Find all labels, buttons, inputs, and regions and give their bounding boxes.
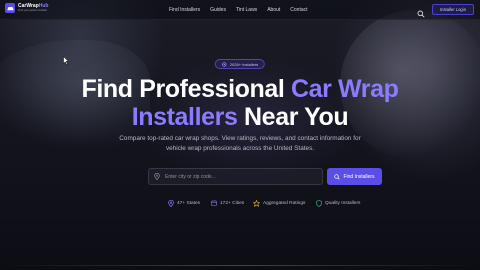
badge-pin-icon xyxy=(222,61,227,67)
map-pin-icon xyxy=(154,173,160,180)
hero-subtitle: Compare top-rated car wrap shops. View r… xyxy=(119,135,361,152)
feature-states: 47+ States xyxy=(168,200,200,207)
site-header: CarWrapHub Find your perfect installer F… xyxy=(0,0,480,20)
glow-line xyxy=(0,265,480,266)
search-icon[interactable] xyxy=(417,5,425,18)
nav-about[interactable]: About xyxy=(267,7,280,13)
mouse-cursor-icon xyxy=(63,52,70,65)
site-logo[interactable]: CarWrapHub Find your perfect installer xyxy=(5,3,48,13)
find-installers-button[interactable]: Find Installers xyxy=(327,168,382,185)
location-search-input[interactable] xyxy=(163,172,317,181)
main-nav: Find Installers Guides Tint Laws About C… xyxy=(169,0,318,19)
building-icon xyxy=(211,200,217,206)
location-search-box[interactable] xyxy=(148,168,323,185)
search-icon xyxy=(334,173,341,180)
feature-ratings: Aggregated Ratings xyxy=(253,200,305,207)
logo-tagline: Find your perfect installer xyxy=(18,8,48,12)
installers-count-badge: 2026+ Installers xyxy=(214,59,266,69)
car-logo-icon xyxy=(5,3,15,13)
star-icon xyxy=(253,200,260,207)
hero-title-line1: Find Professional Car Wrap xyxy=(81,75,399,103)
feature-list: 47+ States 172+ Cities Aggregated Rating… xyxy=(0,200,480,210)
hero-title-line2: Installers Near You xyxy=(131,103,349,131)
feature-cities: 172+ Cities xyxy=(211,200,244,206)
nav-tint-laws[interactable]: Tint Laws xyxy=(236,7,257,13)
installer-login-button[interactable]: Installer Login xyxy=(432,4,474,15)
nav-contact[interactable]: Contact xyxy=(290,7,307,13)
logo-name: CarWrapHub xyxy=(18,2,49,9)
nav-guides[interactable]: Guides xyxy=(210,7,226,13)
nav-find-installers[interactable]: Find Installers xyxy=(169,7,200,13)
map-pin-icon xyxy=(168,200,174,207)
shield-icon xyxy=(316,200,322,207)
feature-quality: Quality Installers xyxy=(316,200,360,207)
